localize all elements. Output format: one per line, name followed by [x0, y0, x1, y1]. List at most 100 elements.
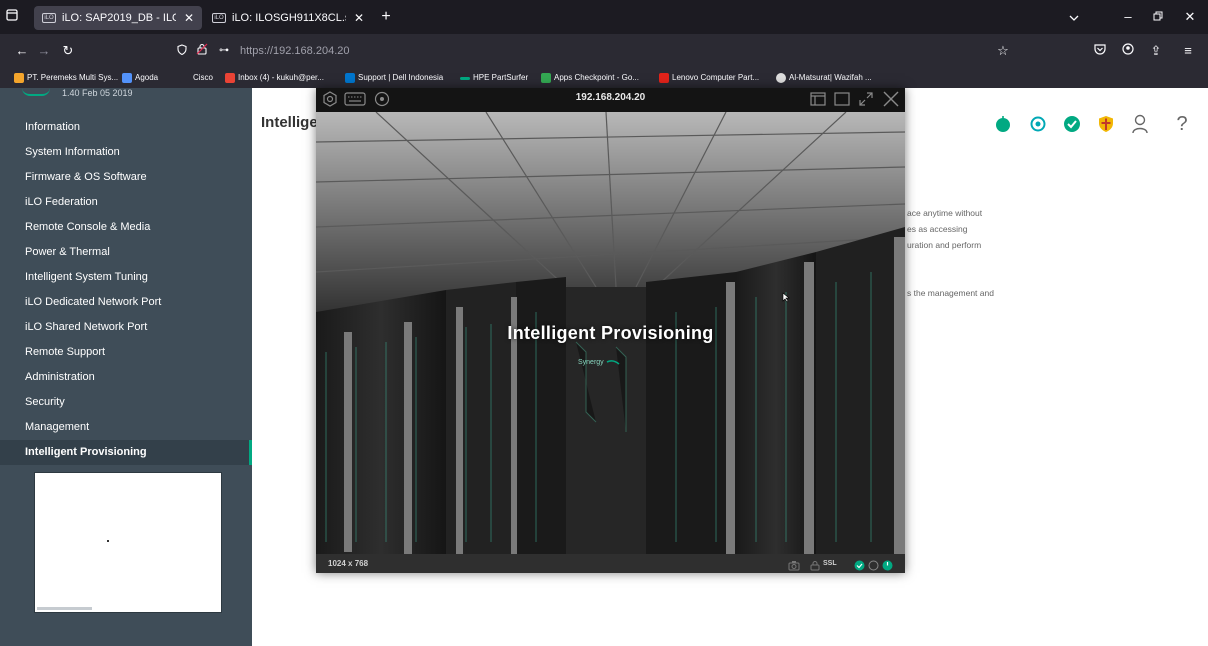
- bookmark-item[interactable]: Lenovo Computer Part...: [659, 68, 759, 88]
- ilo-version: 1.40 Feb 05 2019: [62, 88, 133, 98]
- account-icon[interactable]: [1118, 41, 1138, 61]
- description-line: es as accessing: [907, 224, 968, 234]
- bookmark-label: Apps Checkpoint - Go...: [554, 73, 639, 82]
- sidebar-item-firmware-os-software[interactable]: Firmware & OS Software: [0, 165, 252, 190]
- bookmark-favicon-icon: [345, 73, 355, 83]
- bookmark-item[interactable]: Inbox (4) - kukuh@per...: [225, 68, 324, 88]
- bookmark-favicon-icon: [776, 73, 786, 83]
- browser-tab-2[interactable]: iLO iLO: ILOSGH911X8CL.sx.jag ✕: [204, 6, 372, 30]
- console-screen[interactable]: Intelligent Provisioning Synergy: [316, 112, 905, 554]
- sidebar-item-intelligent-provisioning[interactable]: Intelligent Provisioning: [0, 440, 252, 465]
- sidebar-item-security[interactable]: Security: [0, 390, 252, 415]
- synergy-label: Synergy: [578, 359, 604, 366]
- sidebar-item-administration[interactable]: Administration: [0, 365, 252, 390]
- sidebar-item-remote-support[interactable]: Remote Support: [0, 340, 252, 365]
- bookmark-item[interactable]: HPE PartSurfer: [460, 68, 528, 88]
- console-titlebar[interactable]: 192.168.204.20: [316, 88, 905, 112]
- window-mode-icon[interactable]: [834, 92, 850, 111]
- list-all-tabs-icon[interactable]: [1064, 7, 1084, 27]
- sidebar-panel-icon[interactable]: [810, 92, 826, 111]
- uid-icon[interactable]: [1027, 113, 1049, 135]
- bookmark-favicon-icon: [225, 73, 235, 83]
- bookmarks-bar: PT. Peremeks Multi Sys... Agoda Cisco In…: [0, 68, 1208, 88]
- minimize-icon[interactable]: –: [1118, 7, 1138, 27]
- bookmark-item[interactable]: Al-Matsurat| Wazifah ...: [776, 68, 872, 88]
- tab-title: iLO: ILOSGH911X8CL.sx.jag: [232, 12, 346, 24]
- bookmark-favicon-icon: [122, 73, 132, 83]
- url-text[interactable]: https://192.168.204.20: [240, 39, 349, 63]
- screen-resolution: 1024 x 768: [328, 559, 369, 568]
- uid-status-icon: [868, 558, 879, 576]
- health-icon[interactable]: [992, 113, 1014, 135]
- pocket-icon[interactable]: [1090, 41, 1110, 61]
- bookmark-item[interactable]: Cisco: [180, 68, 213, 88]
- bookmark-label: Support | Dell Indonesia: [358, 73, 444, 82]
- bookmark-favicon-icon: [180, 73, 190, 83]
- tab-overview-icon[interactable]: [2, 7, 22, 27]
- description-line: s the management and: [907, 288, 994, 298]
- reload-icon[interactable]: ↻: [58, 41, 78, 61]
- tracking-shield-icon[interactable]: [174, 41, 190, 61]
- console-status-bar: 1024 x 768 SSL: [316, 554, 905, 573]
- close-console-icon[interactable]: [882, 90, 900, 113]
- browser-tab-1[interactable]: iLO iLO: SAP2019_DB - ILOSGH911X ✕: [34, 6, 202, 30]
- bookmark-item[interactable]: Apps Checkpoint - Go...: [541, 68, 639, 88]
- back-icon[interactable]: ←: [12, 41, 32, 61]
- bookmark-item[interactable]: Support | Dell Indonesia: [345, 68, 443, 88]
- ilo-sidebar: 1.40 Feb 05 2019 Information System Info…: [0, 88, 252, 646]
- health-check-icon: [854, 558, 865, 576]
- sidebar-item-intelligent-system-tuning[interactable]: Intelligent System Tuning: [0, 265, 252, 290]
- close-icon[interactable]: ✕: [184, 11, 194, 25]
- tab-title: iLO: SAP2019_DB - ILOSGH911X: [62, 12, 176, 24]
- sidebar-item-power-thermal[interactable]: Power & Thermal: [0, 240, 252, 265]
- ilo-favicon: iLO: [42, 13, 56, 23]
- bookmark-item[interactable]: Agoda: [122, 68, 158, 88]
- description-line: ace anytime without: [907, 208, 983, 218]
- menu-icon[interactable]: ≡: [1178, 41, 1198, 61]
- thumbnail-cursor: [107, 540, 109, 542]
- bookmark-label: Inbox (4) - kukuh@per...: [238, 73, 324, 82]
- bookmark-label: Lenovo Computer Part...: [672, 73, 760, 82]
- shield-icon[interactable]: [1095, 113, 1117, 135]
- bookmark-label: Al-Matsurat| Wazifah ...: [789, 73, 872, 82]
- permissions-key-icon[interactable]: ⊶: [216, 41, 232, 61]
- sidebar-item-ilo-dedicated-network-port[interactable]: iLO Dedicated Network Port: [0, 290, 252, 315]
- user-icon[interactable]: [1129, 113, 1151, 135]
- ilo-favicon: iLO: [212, 13, 226, 23]
- sidebar-item-system-information[interactable]: System Information: [0, 140, 252, 165]
- extensions-icon[interactable]: ⇪: [1146, 41, 1166, 61]
- power-status-icon: [882, 558, 893, 576]
- loading-spinner-icon: [606, 356, 620, 374]
- sidebar-item-ilo-federation[interactable]: iLO Federation: [0, 190, 252, 215]
- close-icon[interactable]: ✕: [354, 11, 364, 25]
- bookmark-item[interactable]: PT. Peremeks Multi Sys...: [14, 68, 118, 88]
- url-bar[interactable]: ⊶ https://192.168.204.20 ☆: [168, 39, 1020, 63]
- bookmark-label: Agoda: [135, 73, 159, 82]
- help-icon[interactable]: ?: [1171, 113, 1193, 135]
- bookmark-favicon-icon: [460, 76, 470, 80]
- forward-icon[interactable]: →: [34, 41, 54, 61]
- sidebar-item-information[interactable]: Information: [0, 115, 252, 140]
- lock-warning-icon[interactable]: [194, 41, 210, 61]
- browser-tab-bar: iLO iLO: SAP2019_DB - ILOSGH911X ✕ iLO i…: [0, 0, 1208, 34]
- fullscreen-icon[interactable]: [858, 91, 874, 112]
- remote-console-window[interactable]: 192.168.204.20 Intelligent Provisioning …: [316, 88, 905, 573]
- sidebar-item-management[interactable]: Management: [0, 415, 252, 440]
- restore-icon[interactable]: [1148, 7, 1168, 27]
- close-window-icon[interactable]: ✕: [1180, 7, 1200, 27]
- sidebar-item-ilo-shared-network-port[interactable]: iLO Shared Network Port: [0, 315, 252, 340]
- page-title: Intellige: [261, 114, 318, 131]
- thumbnail-taskbar: [37, 607, 92, 610]
- description-line: uration and perform: [907, 240, 982, 250]
- remote-console-thumbnail[interactable]: [34, 472, 222, 613]
- intelligent-provisioning-title: Intelligent Provisioning: [507, 323, 714, 343]
- bookmark-label: PT. Peremeks Multi Sys...: [27, 73, 119, 82]
- camera-icon[interactable]: [788, 558, 800, 576]
- bookmark-favicon-icon: [659, 73, 669, 83]
- new-tab-icon[interactable]: +: [376, 7, 396, 27]
- ssl-label: SSL: [823, 560, 837, 567]
- bookmark-star-icon[interactable]: ☆: [994, 41, 1012, 61]
- sidebar-item-remote-console-media[interactable]: Remote Console & Media: [0, 215, 252, 240]
- check-icon[interactable]: [1061, 113, 1083, 135]
- hpe-logo-icon: [22, 88, 50, 96]
